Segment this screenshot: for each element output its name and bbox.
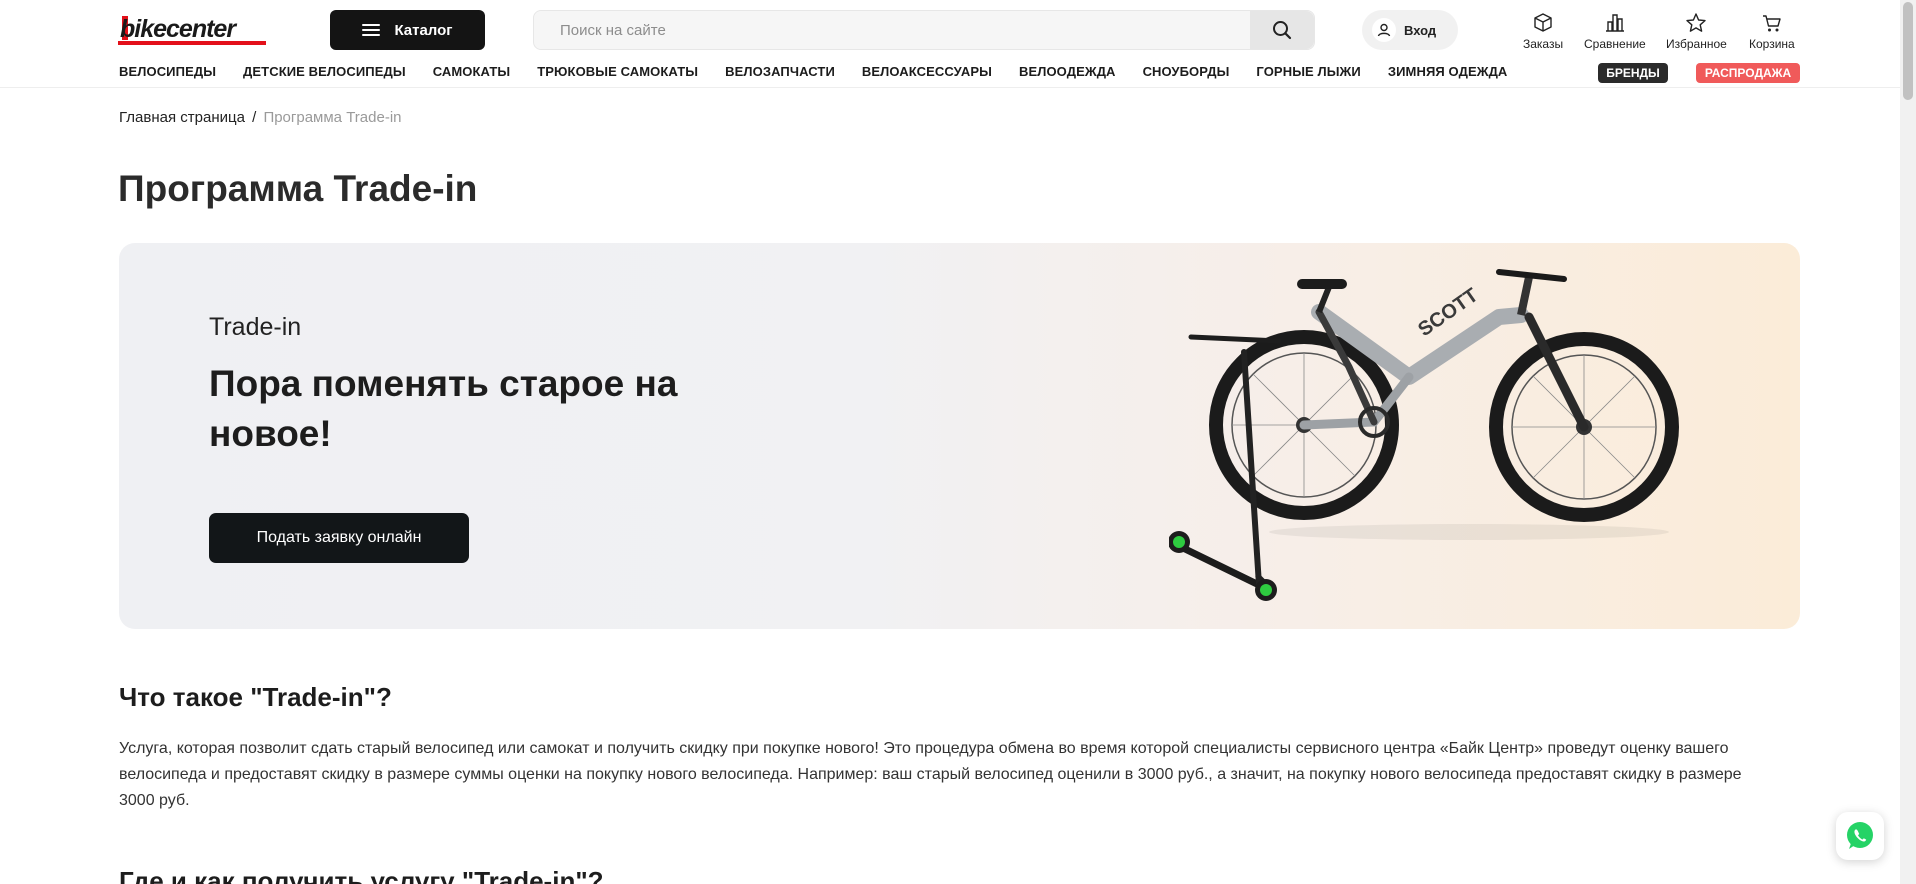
- menu-icon: [362, 24, 381, 36]
- main-nav: ВЕЛОСИПЕДЫ ДЕТСКИЕ ВЕЛОСИПЕДЫ САМОКАТЫ Т…: [119, 64, 1507, 79]
- compare-label: Сравнение: [1584, 37, 1646, 51]
- cart-link[interactable]: Корзина: [1749, 12, 1795, 51]
- search-bar: [533, 10, 1315, 50]
- page-scrollbar[interactable]: [1900, 0, 1916, 884]
- banner-subtitle: Trade-in: [209, 313, 302, 341]
- page-title: Программа Trade-in: [118, 168, 478, 209]
- nav-item-stunt-scooters[interactable]: ТРЮКОВЫЕ САМОКАТЫ: [537, 64, 698, 79]
- nav-item-kids-bicycles[interactable]: ДЕТСКИЕ ВЕЛОСИПЕДЫ: [243, 64, 406, 79]
- nav-item-scooters[interactable]: САМОКАТЫ: [433, 64, 511, 79]
- star-icon: [1686, 13, 1707, 32]
- favorites-label: Избранное: [1666, 37, 1727, 51]
- user-icon: [1372, 18, 1396, 42]
- bike-and-scooter-image: SCOTT: [1169, 269, 1679, 601]
- banner-title: Пора поменять старое на новое!: [209, 363, 678, 454]
- section-how-to-get-title: Где и как получить услугу "Trade-in"?: [119, 866, 604, 884]
- sale-badge[interactable]: РАСПРОДАЖА: [1696, 63, 1800, 83]
- nav-item-bike-accessories[interactable]: ВЕЛОАКСЕССУАРЫ: [862, 64, 992, 79]
- search-icon: [1273, 21, 1292, 40]
- bikecenter-logo[interactable]: bikecenter: [118, 13, 280, 47]
- whatsapp-icon: [1847, 822, 1873, 849]
- login-label: Вход: [1404, 22, 1437, 38]
- breadcrumb: Главная страница / Программа Trade-in: [119, 109, 402, 126]
- apply-online-button[interactable]: Подать заявку онлайн: [209, 513, 469, 563]
- nav-item-bike-parts[interactable]: ВЕЛОЗАПЧАСТИ: [725, 64, 835, 79]
- breadcrumb-separator: /: [252, 109, 257, 126]
- brands-badge[interactable]: БРЕНДЫ: [1598, 63, 1668, 83]
- nav-item-bike-clothing[interactable]: ВЕЛООДЕЖДА: [1019, 64, 1116, 79]
- breadcrumb-current: Программа Trade-in: [263, 109, 402, 126]
- section-what-is-trade-in-text: Услуга, которая позволит сдать старый ве…: [119, 740, 1742, 809]
- orders-label: Заказы: [1523, 37, 1564, 51]
- nav-item-bicycles[interactable]: ВЕЛОСИПЕДЫ: [119, 64, 216, 79]
- scrollbar-thumb[interactable]: [1903, 2, 1913, 100]
- site-header: bikecenter Каталог Вход Заказы Сравнение…: [0, 0, 1900, 88]
- search-input[interactable]: [534, 11, 1252, 49]
- search-button[interactable]: [1250, 11, 1314, 49]
- cart-label: Корзина: [1749, 37, 1795, 51]
- orders-link[interactable]: Заказы: [1523, 12, 1563, 51]
- breadcrumb-home[interactable]: Главная страница: [119, 109, 245, 126]
- box-icon: [1534, 13, 1552, 32]
- favorites-link[interactable]: Избранное: [1666, 12, 1727, 51]
- cart-icon: [1762, 15, 1781, 32]
- nav-item-snowboards[interactable]: СНОУБОРДЫ: [1143, 64, 1230, 79]
- section-what-is-trade-in-title: Что такое "Trade-in"?: [119, 682, 392, 712]
- bar-chart-icon: [1605, 14, 1624, 32]
- catalog-button[interactable]: Каталог: [330, 10, 485, 50]
- whatsapp-button[interactable]: [1836, 812, 1884, 860]
- catalog-label: Каталог: [394, 21, 453, 39]
- nav-item-winter-clothing[interactable]: ЗИМНЯЯ ОДЕЖДА: [1388, 64, 1508, 79]
- svg-text:bikecenter: bikecenter: [120, 15, 237, 43]
- compare-link[interactable]: Сравнение: [1584, 12, 1646, 51]
- login-button[interactable]: Вход: [1362, 10, 1458, 50]
- trade-in-banner: Trade-in Пора поменять старое на новое! …: [119, 243, 1800, 629]
- nav-item-skis[interactable]: ГОРНЫЕ ЛЫЖИ: [1256, 64, 1360, 79]
